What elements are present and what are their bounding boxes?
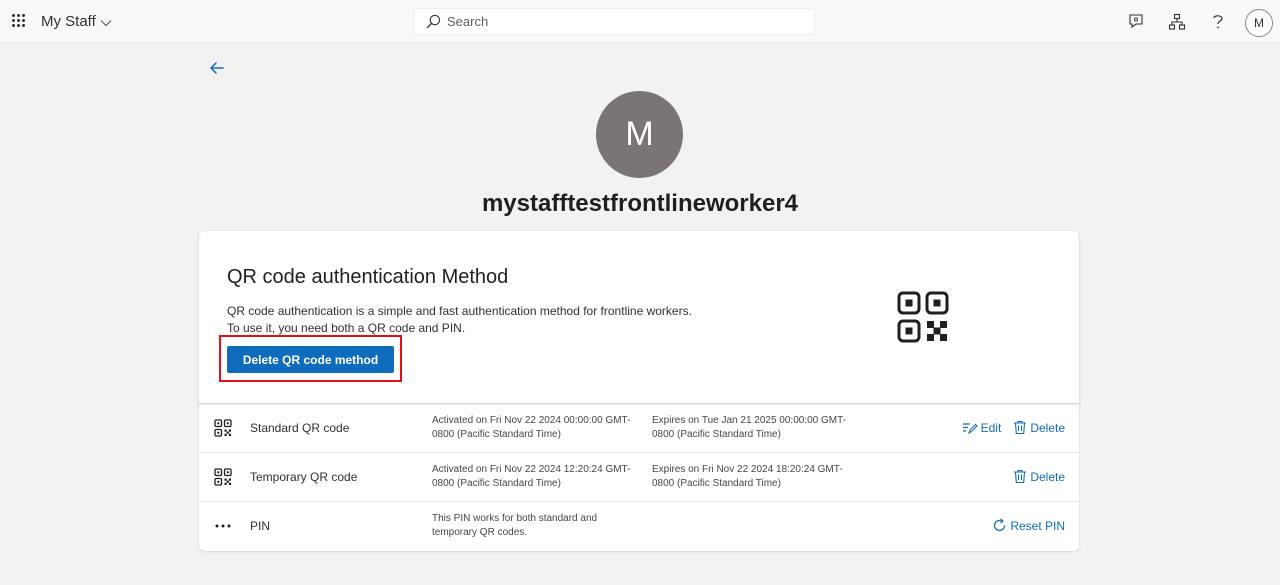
- delete-label: Delete: [1030, 420, 1065, 435]
- reset-pin-button[interactable]: Reset PIN: [992, 518, 1065, 533]
- qr-code-icon: [897, 291, 949, 343]
- user-avatar[interactable]: M: [1245, 9, 1273, 37]
- row-actions: Delete: [1013, 469, 1065, 484]
- table-row: Standard QR code Activated on Fri Nov 22…: [199, 404, 1079, 453]
- qr-method-card: QR code authentication Method QR code au…: [199, 231, 1079, 551]
- feedback-icon[interactable]: [1126, 12, 1146, 32]
- profile-avatar: M: [596, 91, 683, 178]
- back-arrow-icon: [210, 62, 224, 74]
- app-launcher-icon[interactable]: [12, 14, 26, 28]
- help-icon[interactable]: [1208, 12, 1228, 32]
- row-activated: Activated on Fri Nov 22 2024 00:00:00 GM…: [432, 415, 631, 440]
- app-title-label: My Staff: [41, 13, 96, 30]
- row-name: Temporary QR code: [250, 470, 358, 484]
- delete-button[interactable]: Delete: [1013, 469, 1065, 484]
- delete-qr-method-button[interactable]: Delete QR code method: [227, 346, 394, 373]
- org-chart-icon[interactable]: [1167, 12, 1187, 32]
- top-bar: My Staff M: [0, 0, 1280, 43]
- card-title: QR code authentication Method: [227, 266, 509, 288]
- row-actions: Edit Delete: [962, 420, 1065, 435]
- card-description: QR code authentication is a simple and f…: [227, 303, 692, 337]
- more-dots-icon: [215, 524, 231, 528]
- table-row: Temporary QR code Activated on Fri Nov 2…: [199, 453, 1079, 502]
- card-header: QR code authentication Method QR code au…: [199, 231, 1079, 404]
- row-expires: Expires on Fri Nov 22 2024 18:20:24 GMT-…: [652, 464, 843, 489]
- search-icon: [426, 14, 441, 29]
- refresh-icon: [994, 518, 1006, 532]
- edit-label: Edit: [980, 420, 1002, 435]
- row-actions: Reset PIN: [992, 518, 1065, 533]
- app-title[interactable]: My Staff: [41, 13, 112, 30]
- chevron-down-icon: [100, 19, 112, 26]
- row-activated: Activated on Fri Nov 22 2024 12:20:24 GM…: [432, 464, 631, 489]
- search-input[interactable]: [447, 14, 787, 29]
- qr-code-icon: [214, 419, 232, 437]
- qr-code-icon: [214, 468, 232, 486]
- row-name: Standard QR code: [250, 421, 350, 435]
- row-name: PIN: [250, 519, 271, 533]
- edit-button[interactable]: Edit: [962, 420, 1002, 435]
- row-description: This PIN works for both standard and tem…: [432, 513, 598, 538]
- trash-icon: [1014, 469, 1027, 484]
- trash-icon: [1014, 420, 1027, 435]
- delete-label: Delete: [1030, 469, 1065, 484]
- back-button[interactable]: [207, 58, 227, 78]
- profile-username: mystafftestfrontlineworker4: [481, 190, 799, 217]
- reset-pin-label: Reset PIN: [1010, 518, 1065, 533]
- delete-button[interactable]: Delete: [1013, 420, 1065, 435]
- card-description-line1: QR code authentication is a simple and f…: [227, 304, 692, 318]
- table-row: PIN This PIN works for both standard and…: [199, 502, 1079, 551]
- edit-icon: [962, 422, 978, 434]
- search-box[interactable]: [413, 8, 815, 35]
- row-expires: Expires on Tue Jan 21 2025 00:00:00 GMT-…: [652, 415, 847, 440]
